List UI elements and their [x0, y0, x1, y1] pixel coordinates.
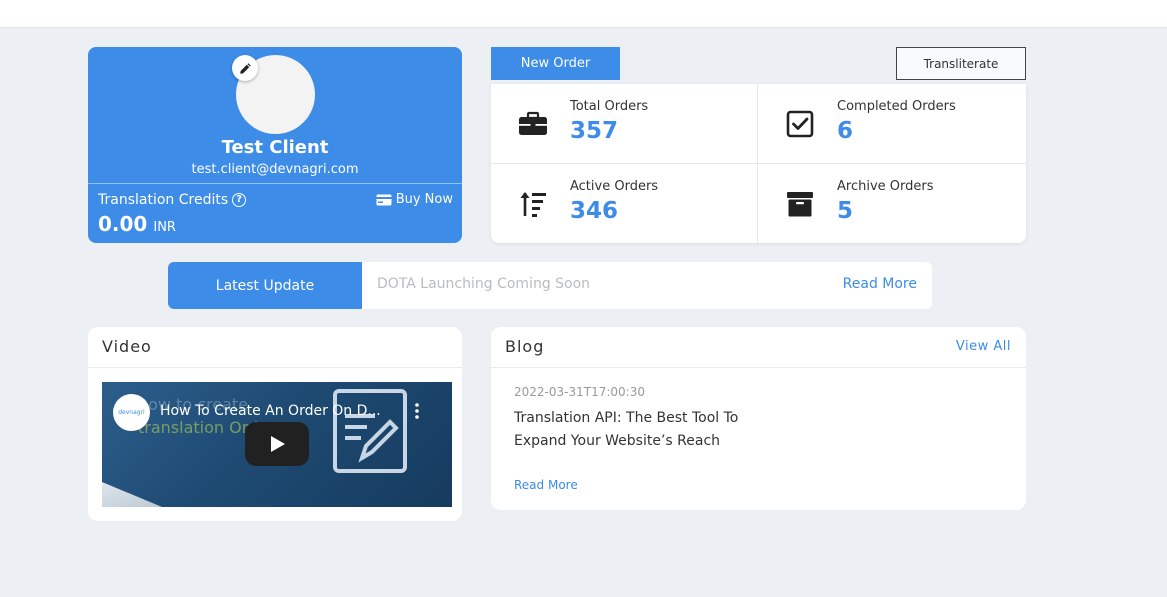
credit-card-icon	[376, 194, 392, 205]
sort-amount-up-icon	[520, 192, 546, 217]
order-stats-card: Total Orders 357 Completed Orders 6 Acti…	[491, 84, 1026, 243]
latest-update-message: DOTA Launching Coming Soon	[377, 276, 591, 292]
channel-logo-text: devnagri	[118, 409, 145, 416]
credit-currency: INR	[153, 220, 176, 235]
stat-value: 6	[837, 118, 854, 144]
buy-now-link[interactable]: Buy Now	[376, 192, 453, 207]
divider	[88, 183, 462, 184]
client-name: Test Client	[221, 137, 329, 158]
blog-post-title[interactable]: Translation API: The Best Tool To Expand…	[514, 407, 754, 452]
blog-card-title: Blog	[505, 337, 545, 356]
stat-label: Total Orders	[570, 99, 649, 114]
divider	[88, 367, 462, 368]
video-title[interactable]: How To Create An Order On D...	[160, 403, 381, 419]
transliterate-button[interactable]: Transliterate	[896, 47, 1026, 80]
video-player[interactable]: how to create translation Order devnagri…	[102, 382, 452, 507]
checkbox-icon	[786, 110, 814, 138]
top-navbar	[0, 0, 1167, 28]
archive-box-icon	[787, 192, 813, 217]
play-button[interactable]	[245, 422, 309, 466]
video-thumbnail-decoration	[102, 482, 162, 507]
stat-label: Completed Orders	[837, 99, 956, 114]
profile-card: Test Client test.client@devnagri.com Tra…	[88, 47, 462, 243]
latest-update-tag: Latest Update	[168, 262, 362, 309]
latest-update-read-more-link[interactable]: Read More	[843, 276, 917, 292]
stat-completed-orders[interactable]: Completed Orders 6	[758, 84, 1024, 163]
credits-label-row: Translation Credits ?	[98, 192, 247, 208]
briefcase-icon	[519, 111, 547, 135]
question-circle-icon[interactable]: ?	[232, 193, 247, 207]
new-order-button[interactable]: New Order	[491, 47, 620, 80]
stat-value: 357	[570, 118, 619, 144]
pencil-icon[interactable]	[232, 55, 258, 81]
credits-label: Translation Credits	[98, 192, 229, 208]
view-all-link[interactable]: View All	[956, 339, 1011, 354]
credit-value: 0.00	[98, 212, 148, 236]
more-vertical-icon[interactable]	[412, 401, 422, 421]
stat-archive-orders[interactable]: Archive Orders 5	[758, 164, 1024, 243]
stat-value: 5	[837, 198, 854, 224]
stat-total-orders[interactable]: Total Orders 357	[491, 84, 757, 163]
stat-active-orders[interactable]: Active Orders 346	[491, 164, 757, 243]
play-icon	[271, 436, 285, 452]
credit-amount: 0.00 INR	[98, 212, 176, 236]
video-card-title: Video	[102, 337, 152, 356]
latest-update-bar: Latest Update DOTA Launching Coming Soon…	[168, 262, 932, 309]
blog-read-more-link[interactable]: Read More	[514, 478, 578, 492]
video-card: Video how to create translation Order de…	[88, 327, 462, 521]
document-edit-icon	[333, 389, 407, 473]
buy-now-label: Buy Now	[395, 192, 453, 207]
stat-label: Archive Orders	[837, 179, 934, 194]
blog-card: Blog View All 2022-03-31T17:00:30 Transl…	[491, 327, 1026, 510]
stat-value: 346	[570, 198, 619, 224]
channel-logo[interactable]: devnagri	[113, 394, 150, 431]
stat-label: Active Orders	[570, 179, 659, 194]
client-email: test.client@devnagri.com	[191, 162, 359, 177]
blog-post-date: 2022-03-31T17:00:30	[514, 385, 645, 399]
divider	[491, 367, 1026, 368]
